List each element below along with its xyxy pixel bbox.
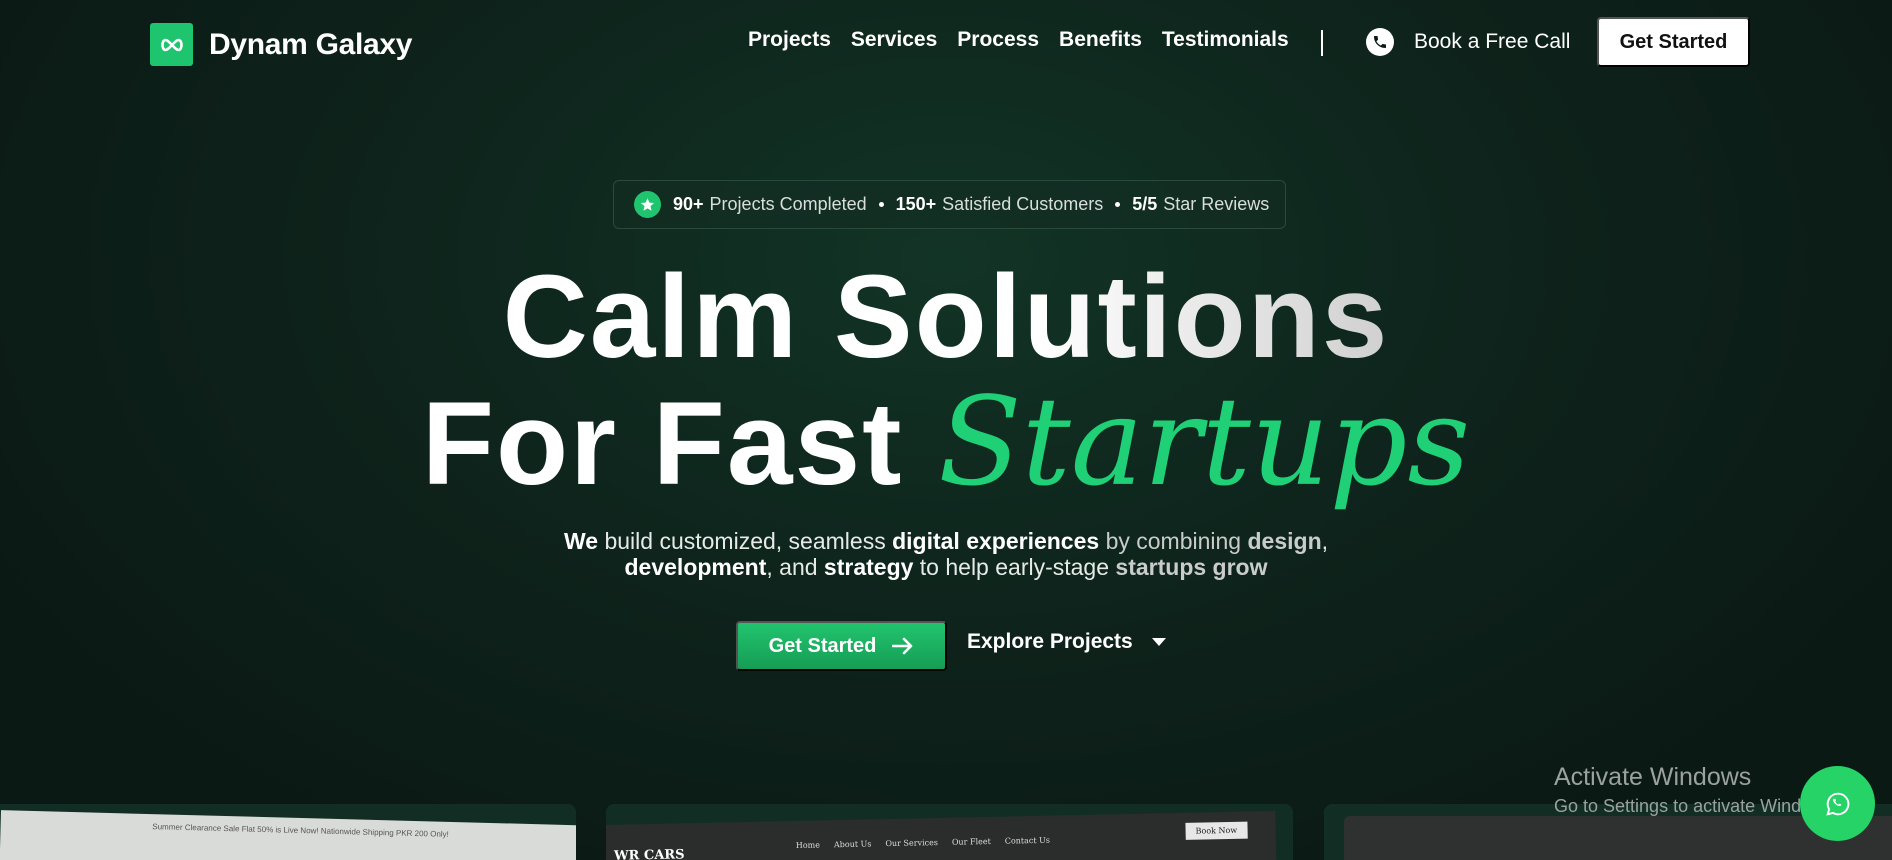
explore-projects-dropdown[interactable]: Explore Projects	[967, 630, 1167, 654]
sub-bold: development	[624, 554, 767, 580]
stat-customers-text: Satisfied Customers	[942, 194, 1104, 214]
nav-services[interactable]: Services	[851, 28, 937, 52]
project-screenshot: WR CARS Home About Us Our Services Our F…	[606, 810, 1277, 860]
watermark-title: Activate Windows	[1554, 763, 1752, 791]
star-icon	[634, 191, 661, 218]
preview-nav-item: Home	[795, 840, 821, 851]
preview-nav-item: Contact Us	[1004, 835, 1051, 846]
nav-divider	[1321, 30, 1323, 56]
sub-bold: strategy	[823, 554, 914, 580]
project-screenshot: Summer Clearance Sale Flat 50% is Live N…	[0, 810, 576, 860]
sub-bold: design	[1247, 528, 1322, 554]
sub-bold: startups grow	[1115, 554, 1268, 580]
whatsapp-icon	[1825, 792, 1849, 816]
site-header: Dynam Galaxy Projects Services Process B…	[0, 0, 1892, 86]
preview-banner-text: Summer Clearance Sale Flat 50% is Live N…	[152, 822, 449, 839]
header-get-started-button[interactable]: Get Started	[1597, 17, 1750, 67]
nav-benefits[interactable]: Benefits	[1059, 28, 1142, 52]
sub-bold: We	[563, 528, 599, 554]
sub-bold: digital experiences	[892, 528, 1100, 554]
preview-brand: WR CARS	[613, 847, 685, 860]
main-nav: Projects Services Process Benefits Testi…	[748, 28, 1289, 52]
hero-heading-line2: For Fast Startups	[0, 378, 1892, 507]
preview-nav: Home About Us Our Services Our Fleet Con…	[796, 836, 1050, 850]
stat-separator	[1115, 202, 1121, 207]
hero-get-started-label: Get Started	[768, 634, 877, 657]
caret-down-icon	[1151, 638, 1166, 646]
book-call-link[interactable]: Book a Free Call	[1366, 28, 1570, 56]
preview-nav-item: Our Services	[885, 838, 938, 849]
hero-subtitle: We build customized, seamless digital ex…	[0, 528, 1892, 580]
hero-heading-line1: Calm Solutions	[0, 258, 1892, 376]
hero-get-started-button[interactable]: Get Started	[736, 621, 947, 671]
nav-process[interactable]: Process	[957, 28, 1039, 52]
nav-testimonials[interactable]: Testimonials	[1162, 28, 1289, 52]
whatsapp-chat-button[interactable]	[1800, 766, 1875, 841]
preview-book-button: Book Now	[1185, 821, 1248, 840]
brand-name: Dynam Galaxy	[209, 27, 413, 61]
brand-logo[interactable]: Dynam Galaxy	[150, 23, 412, 66]
project-preview-card[interactable]: Summer Clearance Sale Flat 50% is Live N…	[0, 804, 576, 860]
stat-projects-text: Projects Completed	[709, 194, 867, 214]
stat-reviews-text: Star Reviews	[1163, 194, 1270, 214]
sub-text: build customized, seamless	[598, 528, 893, 554]
infinity-icon	[150, 23, 193, 66]
preview-nav-item: About Us	[833, 839, 872, 850]
book-call-label: Book a Free Call	[1414, 30, 1571, 53]
stat-projects-number: 90+	[673, 194, 704, 214]
sub-text: , and	[766, 554, 824, 580]
stats-pill: 90+ Projects Completed 150+ Satisfied Cu…	[613, 180, 1286, 229]
sub-text: ,	[1321, 528, 1329, 554]
watermark-subtitle: Go to Settings to activate Windows.	[1554, 796, 1839, 816]
preview-nav-item: Our Fleet	[951, 836, 991, 847]
sub-text: to help early-stage	[913, 554, 1116, 580]
stat-customers-number: 150+	[895, 194, 937, 214]
arrow-right-icon	[892, 637, 913, 655]
nav-projects[interactable]: Projects	[748, 28, 831, 52]
sub-text: by combining	[1099, 528, 1248, 554]
project-preview-card[interactable]: WR CARS Home About Us Our Services Our F…	[606, 804, 1293, 860]
phone-icon	[1366, 28, 1394, 56]
windows-activation-watermark: Activate Windows Go to Settings to activ…	[1554, 763, 1838, 817]
hero-heading-accent: Startups	[938, 371, 1471, 513]
landing-page: Dynam Galaxy Projects Services Process B…	[0, 0, 1892, 860]
stat-reviews-number: 5/5	[1132, 194, 1158, 214]
hero-heading-plain: For Fast	[421, 378, 939, 510]
stat-separator	[878, 202, 884, 207]
explore-projects-label: Explore Projects	[967, 630, 1133, 653]
